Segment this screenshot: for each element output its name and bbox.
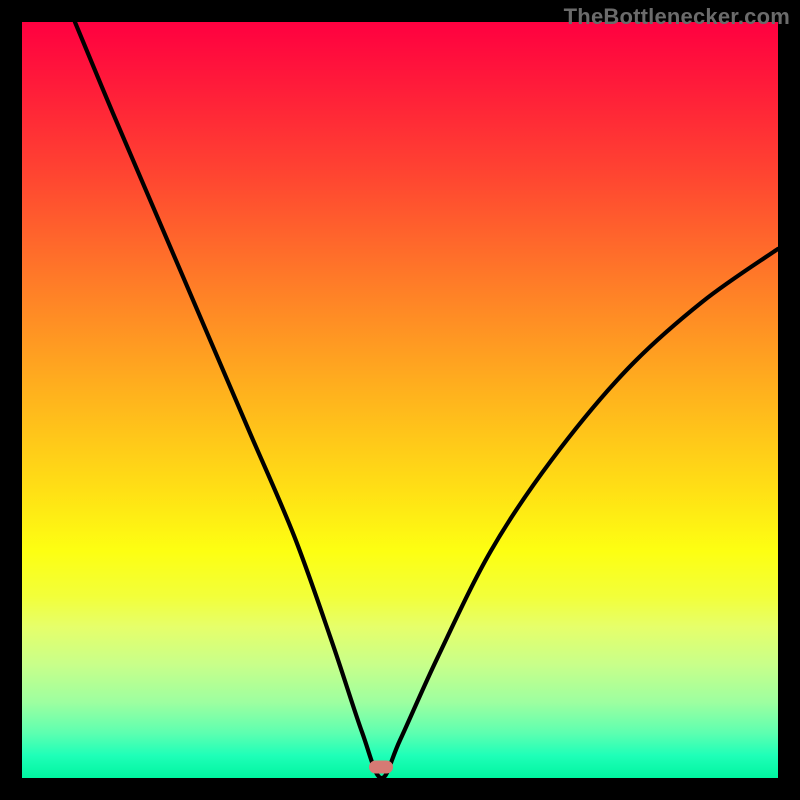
chart-root: TheBottlenecker.com <box>0 0 800 800</box>
attribution-watermark: TheBottlenecker.com <box>564 4 790 30</box>
bottleneck-curve <box>22 22 778 778</box>
optimum-marker <box>369 760 393 773</box>
plot-area <box>22 22 778 778</box>
